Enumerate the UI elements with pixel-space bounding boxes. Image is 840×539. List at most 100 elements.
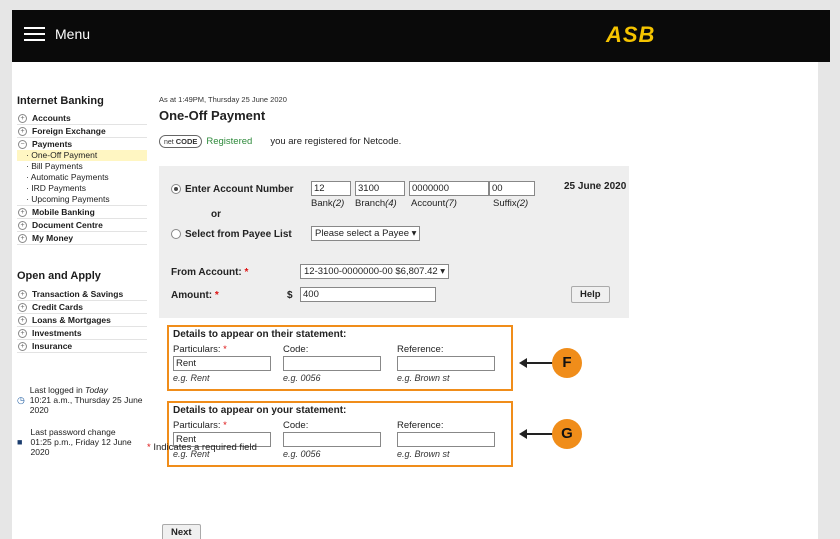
- branch-sub-count: (4): [385, 198, 397, 209]
- payee-form: Enter Account Number 12 3100 0000000 00 …: [159, 166, 629, 318]
- sidebar-item-accounts[interactable]: + Accounts: [17, 112, 147, 125]
- sidebar-subitem-upcoming-payments[interactable]: · Upcoming Payments: [17, 194, 147, 206]
- sidebar-item-label: Payments: [32, 139, 73, 149]
- help-button[interactable]: Help: [571, 286, 610, 303]
- last-password-info: ■ Last password change 01:25 p.m., Frida…: [17, 427, 147, 457]
- last-password-detail: 01:25 p.m., Friday 12 June 2020: [30, 437, 132, 457]
- expand-icon: +: [18, 113, 27, 123]
- sidebar-heading: Internet Banking: [17, 95, 104, 107]
- sidebar-item-label: Transaction & Savings: [32, 289, 124, 299]
- sidebar-item-label: Credit Cards: [32, 302, 84, 312]
- last-password-label: Last password change: [30, 427, 116, 437]
- sidebar-item-payments[interactable]: − Payments: [17, 138, 147, 150]
- account-input[interactable]: 0000000: [409, 181, 489, 196]
- enter-account-option[interactable]: Enter Account Number: [171, 184, 294, 195]
- sidebar-item-label: Foreign Exchange: [32, 126, 106, 136]
- bank-input[interactable]: 12: [311, 181, 351, 196]
- bank-sub-text: Bank: [311, 198, 333, 209]
- sidebar-subitem-automatic-payments[interactable]: · Automatic Payments: [17, 172, 147, 183]
- their-particulars-input[interactable]: Rent: [173, 356, 271, 371]
- sidebar-item-label: Insurance: [32, 341, 73, 351]
- last-login-today: Today: [85, 385, 108, 395]
- sidebar-item-loans-mortgages[interactable]: + Loans & Mortgages: [17, 314, 147, 327]
- from-account-text: From Account:: [171, 267, 242, 278]
- their-particulars-hint: e.g. Rent: [173, 373, 210, 383]
- header-bar: Menu ASB: [12, 10, 830, 62]
- their-code-input[interactable]: [283, 356, 381, 371]
- required-note-text: Indicates a required field: [153, 442, 257, 453]
- bank-sublabel: Bank(2): [311, 198, 344, 209]
- sidebar-subitem-bill-payments[interactable]: · Bill Payments: [17, 161, 147, 172]
- netcode-logo-bold: CODE: [175, 137, 198, 146]
- payee-list-option[interactable]: Select from Payee List: [171, 229, 292, 240]
- required-note: * Indicates a required field: [147, 442, 257, 453]
- sidebar-subitem-label: IRD Payments: [31, 183, 86, 193]
- next-button[interactable]: Next: [162, 524, 201, 539]
- your-particulars-label: Particulars: *: [173, 420, 227, 431]
- your-statement-box: Details to appear on your statement: Par…: [167, 401, 513, 467]
- as-at-timestamp: As at 1:49PM, Thursday 25 June 2020: [159, 95, 287, 104]
- expand-icon: +: [18, 289, 27, 299]
- menu-button[interactable]: Menu: [24, 26, 90, 42]
- sidebar-item-mobile-banking[interactable]: + Mobile Banking: [17, 206, 147, 219]
- sidebar-item-credit-cards[interactable]: + Credit Cards: [17, 301, 147, 314]
- currency-symbol: $: [287, 290, 293, 301]
- payee-select[interactable]: Please select a Payee ▾: [311, 226, 421, 241]
- netcode-registered: Registered: [206, 136, 253, 147]
- netcode-logo-text: net: [164, 139, 174, 146]
- collapse-icon: −: [18, 139, 27, 149]
- particulars-text: Particulars:: [173, 420, 221, 431]
- branch-sublabel: Branch(4): [355, 198, 397, 209]
- callout-f: F: [552, 348, 582, 378]
- enter-account-label: Enter Account Number: [185, 184, 294, 195]
- page-title: One-Off Payment: [159, 108, 266, 123]
- sidebar-item-transaction-savings[interactable]: + Transaction & Savings: [17, 288, 147, 301]
- suffix-input[interactable]: 00: [489, 181, 535, 196]
- account-sub-text: Account: [411, 198, 446, 209]
- branch-input[interactable]: 3100: [355, 181, 405, 196]
- required-mark: *: [244, 267, 249, 278]
- required-mark: *: [223, 344, 227, 355]
- account-sublabel: Account(7): [411, 198, 457, 209]
- their-statement-box: Details to appear on their statement: Pa…: [167, 325, 513, 391]
- menu-label: Menu: [55, 26, 91, 42]
- expand-icon: +: [18, 220, 27, 230]
- from-account-label: From Account: *: [171, 267, 248, 278]
- sidebar-subitem-label: Bill Payments: [31, 161, 83, 171]
- sidebar-subitem-ird-payments[interactable]: · IRD Payments: [17, 183, 147, 194]
- payment-date: 25 June 2020: [564, 181, 627, 192]
- their-reference-hint: e.g. Brown st: [397, 373, 450, 383]
- hamburger-icon: [24, 27, 45, 41]
- their-code-hint: e.g. 0056: [283, 373, 321, 383]
- your-reference-input[interactable]: [397, 432, 495, 447]
- sidebar-item-investments[interactable]: + Investments: [17, 327, 147, 340]
- sidebar-item-foreign-exchange[interactable]: + Foreign Exchange: [17, 125, 147, 138]
- sidebar-subitem-label: One-Off Payment: [31, 150, 98, 160]
- clock-icon: ◷: [17, 395, 25, 405]
- required-mark: *: [147, 442, 151, 453]
- your-statement-title: Details to appear on your statement:: [173, 405, 347, 416]
- radio-selected-icon: [171, 184, 181, 195]
- your-code-input[interactable]: [283, 432, 381, 447]
- last-login-info: ◷ Last logged in Today 10:21 a.m., Thurs…: [17, 385, 147, 415]
- from-account-select[interactable]: 12-3100-0000000-00 $6,807.42 ▾: [300, 264, 450, 279]
- sidebar-item-label: Accounts: [32, 113, 71, 123]
- sidebar-item-my-money[interactable]: + My Money: [17, 232, 147, 245]
- suffix-sub-count: (2): [516, 198, 529, 209]
- or-label: or: [211, 209, 221, 220]
- arrow-g-line: [525, 433, 553, 435]
- your-reference-hint: e.g. Brown st: [397, 449, 450, 459]
- sidebar-item-document-centre[interactable]: + Document Centre: [17, 219, 147, 232]
- asb-logo[interactable]: ASB: [606, 22, 655, 48]
- particulars-text: Particulars:: [173, 344, 221, 355]
- amount-input[interactable]: 400: [300, 287, 436, 302]
- sidebar-heading-open-apply: Open and Apply: [17, 270, 101, 282]
- expand-icon: +: [18, 233, 27, 243]
- their-reference-input[interactable]: [397, 356, 495, 371]
- your-code-hint: e.g. 0056: [283, 449, 321, 459]
- right-margin: [818, 62, 840, 539]
- sidebar-subitem-one-off-payment[interactable]: · One-Off Payment: [17, 150, 147, 161]
- sidebar-item-insurance[interactable]: + Insurance: [17, 340, 147, 353]
- bank-sub-count: (2): [332, 198, 345, 209]
- amount-text: Amount:: [171, 290, 213, 301]
